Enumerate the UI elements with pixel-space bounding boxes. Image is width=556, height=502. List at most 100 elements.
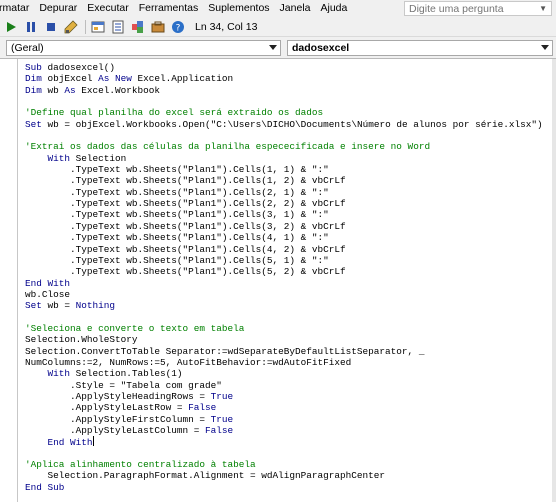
code-line[interactable]: Selection.WholeStory	[25, 334, 556, 345]
code-keyword: As New	[98, 73, 138, 85]
menu-janela[interactable]: Janela	[275, 0, 316, 17]
code-line[interactable]: .TypeText wb.Sheets("Plan1").Cells(3, 2)…	[25, 221, 556, 232]
menu-executar[interactable]: Executar	[82, 0, 133, 17]
menu-formatar[interactable]: rmatar	[0, 0, 34, 17]
code-text: .TypeText wb.Sheets("Plan1").Cells(4, 1)…	[25, 232, 329, 244]
code-keyword: Nothing	[75, 300, 116, 312]
code-comment: 'Define qual planilha do excel será extr…	[25, 107, 324, 119]
code-line[interactable]: .TypeText wb.Sheets("Plan1").Cells(5, 2)…	[25, 266, 556, 277]
code-line[interactable]: 'Define qual planilha do excel será extr…	[25, 107, 556, 118]
chevron-down-icon[interactable]	[541, 45, 549, 50]
code-line[interactable]	[25, 448, 556, 459]
stop-icon[interactable]	[42, 18, 60, 36]
code-keyword: End With	[47, 437, 93, 449]
code-line[interactable]: With Selection	[25, 153, 556, 164]
project-explorer-icon[interactable]	[89, 18, 107, 36]
procedure-dropdown[interactable]: dadosexcel	[287, 40, 553, 56]
code-keyword: Dim	[25, 84, 48, 96]
code-line[interactable]: .ApplyStyleLastRow = False	[25, 402, 556, 413]
run-icon[interactable]	[2, 18, 20, 36]
code-line[interactable]: End With	[25, 278, 556, 289]
code-line[interactable]: End With	[25, 436, 556, 449]
code-line[interactable]: Dim objExcel As New Excel.Application	[25, 73, 556, 84]
code-comment: 'Extrai os dados das células da planilha…	[25, 141, 431, 153]
code-line[interactable]: Set wb = objExcel.Workbooks.Open("C:\Use…	[25, 119, 556, 130]
code-text: .TypeText wb.Sheets("Plan1").Cells(2, 1)…	[25, 186, 329, 198]
help-icon[interactable]: ?	[169, 18, 187, 36]
code-keyword: Set	[25, 118, 48, 130]
code-keyword: False	[205, 425, 234, 436]
toolbox-icon[interactable]	[149, 18, 167, 36]
code-line[interactable]: .ApplyStyleLastColumn = False	[25, 425, 556, 436]
code-text: wb	[47, 84, 65, 96]
code-line[interactable]: 'Extrai os dados das células da planilha…	[25, 141, 556, 152]
help-search-input[interactable]	[409, 2, 529, 15]
code-keyword: Set	[25, 300, 48, 312]
code-line[interactable]: .TypeText wb.Sheets("Plan1").Cells(2, 1)…	[25, 187, 556, 198]
menu-ferramentas[interactable]: Ferramentas	[134, 0, 204, 17]
standard-toolbar: ? Ln 34, Col 13	[0, 17, 556, 37]
code-text-area[interactable]: Sub dadosexcel() Dim objExcel As New Exce…	[25, 62, 556, 493]
code-text: .TypeText wb.Sheets("Plan1").Cells(3, 2)…	[25, 220, 346, 232]
code-window-header: (Geral) dadosexcel	[0, 37, 556, 59]
code-text: Selection.ConvertToTable Separator:=wdSe…	[25, 345, 425, 357]
code-line[interactable]: With Selection.Tables(1)	[25, 368, 556, 379]
chevron-down-icon[interactable]: ▼	[539, 4, 547, 13]
code-line[interactable]: .ApplyStyleFirstColumn = True	[25, 414, 556, 425]
code-text: .ApplyStyleLastRow =	[25, 402, 189, 414]
code-line[interactable]: .Style = "Tabela com grade"	[25, 380, 556, 391]
code-line[interactable]: .ApplyStyleHeadingRows = True	[25, 391, 556, 402]
code-text: .TypeText wb.Sheets("Plan1").Cells(3, 1)…	[25, 209, 329, 221]
code-line[interactable]: 'Seleciona e converte o texto em tabela	[25, 323, 556, 334]
code-line[interactable]: 'Aplica alinhamento centralizado à tabel…	[25, 459, 556, 470]
code-keyword: Sub	[25, 62, 48, 73]
menu-ajuda[interactable]: Ajuda	[316, 0, 353, 17]
code-line[interactable]: Dim wb As Excel.Workbook	[25, 85, 556, 96]
code-comment: 'Aplica alinhamento centralizado à tabel…	[25, 459, 256, 471]
toolbar-separator	[85, 19, 86, 34]
code-line[interactable]: .TypeText wb.Sheets("Plan1").Cells(2, 2)…	[25, 198, 556, 209]
code-line[interactable]	[25, 96, 556, 107]
code-editor[interactable]: Sub dadosexcel() Dim objExcel As New Exce…	[0, 59, 556, 502]
code-line[interactable]: Sub dadosexcel()	[25, 62, 556, 73]
code-line[interactable]: .TypeText wb.Sheets("Plan1").Cells(4, 2)…	[25, 244, 556, 255]
code-line[interactable]: .TypeText wb.Sheets("Plan1").Cells(4, 1)…	[25, 232, 556, 243]
properties-icon[interactable]	[109, 18, 127, 36]
object-browser-icon[interactable]	[129, 18, 147, 36]
margin-indicator-bar[interactable]	[0, 59, 18, 502]
menu-depurar[interactable]: Depurar	[34, 0, 82, 17]
pause-icon[interactable]	[22, 18, 40, 36]
vertical-scrollbar[interactable]	[552, 59, 556, 502]
code-line[interactable]: Selection.ParagraphFormat.Alignment = wd…	[25, 470, 556, 481]
code-text: dadosexcel()	[47, 62, 116, 73]
svg-text:?: ?	[176, 23, 181, 33]
code-text: .ApplyStyleLastColumn =	[25, 425, 206, 436]
code-text: .Style = "Tabela com grade"	[25, 379, 222, 391]
code-line[interactable]: NumColumns:=2, NumRows:=5, AutoFitBehavi…	[25, 357, 556, 368]
help-search-box[interactable]: ▼	[404, 1, 552, 16]
code-text: objExcel	[47, 73, 99, 85]
code-line[interactable]: Selection.ConvertToTable Separator:=wdSe…	[25, 346, 556, 357]
code-line[interactable]: Set wb = Nothing	[25, 300, 556, 311]
code-line[interactable]: .TypeText wb.Sheets("Plan1").Cells(5, 1)…	[25, 255, 556, 266]
code-line[interactable]: wb.Close	[25, 289, 556, 300]
code-text: NumColumns:=2, NumRows:=5, AutoFitBehavi…	[25, 356, 352, 368]
code-keyword: End With	[25, 277, 71, 289]
object-dropdown[interactable]: (Geral)	[6, 40, 281, 56]
design-mode-icon[interactable]	[62, 18, 80, 36]
code-line[interactable]	[25, 130, 556, 141]
code-text: wb = objExcel.Workbooks.Open("C:\Users\D…	[47, 118, 543, 130]
code-keyword: With	[47, 152, 76, 164]
code-text: wb =	[47, 300, 76, 312]
code-line[interactable]: End Sub	[25, 482, 556, 493]
code-line[interactable]: .TypeText wb.Sheets("Plan1").Cells(3, 1)…	[25, 209, 556, 220]
code-line[interactable]: .TypeText wb.Sheets("Plan1").Cells(1, 1)…	[25, 164, 556, 175]
code-text: Selection	[75, 152, 127, 164]
code-line[interactable]: .TypeText wb.Sheets("Plan1").Cells(1, 2)…	[25, 175, 556, 186]
code-text: .TypeText wb.Sheets("Plan1").Cells(4, 2)…	[25, 243, 346, 255]
code-line[interactable]	[25, 312, 556, 323]
menu-suplementos[interactable]: Suplementos	[203, 0, 274, 17]
code-text: Selection.ParagraphFormat.Alignment = wd…	[25, 470, 386, 482]
chevron-down-icon[interactable]	[269, 45, 277, 50]
code-text: Selection.Tables(1)	[75, 368, 183, 380]
